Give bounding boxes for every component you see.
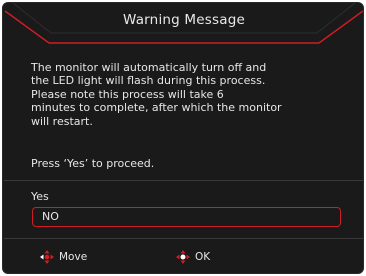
message-line: the LED light will flash during this pro…	[31, 74, 266, 88]
divider	[4, 180, 363, 181]
ok-label: OK	[195, 251, 211, 263]
footer-move: Move	[39, 249, 87, 265]
proceed-prompt: Press ‘Yes’ to proceed.	[31, 157, 155, 170]
yes-option[interactable]: Yes	[31, 190, 49, 203]
warning-message: The monitor will automatically turn off …	[31, 61, 331, 128]
message-line: The monitor will automatically turn off …	[31, 61, 267, 74]
osd-dialog: Warning Message The monitor will automat…	[2, 2, 364, 274]
footer-ok: OK	[175, 249, 210, 265]
divider	[4, 238, 363, 239]
move-label: Move	[59, 251, 88, 263]
no-option[interactable]: NO	[32, 207, 341, 227]
dialog-title: Warning Message	[123, 12, 245, 28]
dpad-left-icon	[40, 250, 54, 264]
message-line: minutes to complete, after which the mon…	[31, 101, 282, 115]
message-line: Please note this process will take 6	[31, 87, 224, 101]
message-line: will restart.	[31, 114, 93, 128]
dpad-center-icon	[176, 250, 190, 264]
